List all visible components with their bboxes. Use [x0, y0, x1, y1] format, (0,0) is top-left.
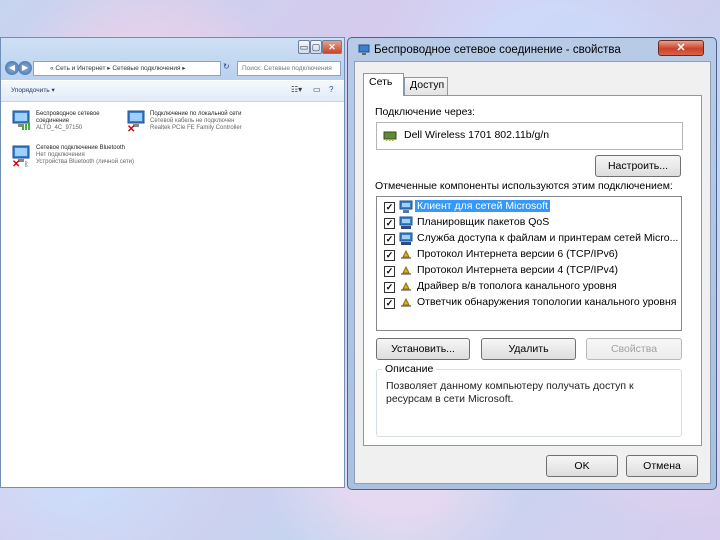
components-list[interactable]: ✓ Клиент для сетей Microsoft ✓ Планировщ… — [376, 196, 682, 331]
connection-status: Realtek PCIe FE Family Controller — [150, 125, 242, 131]
maximize-button[interactable]: ▢ — [310, 40, 322, 54]
list-item[interactable]: ✓ Протокол Интернета версии 4 (TCP/IPv4) — [377, 263, 681, 279]
connection-status: ALTO_4C_97150 — [36, 125, 83, 131]
component-checkbox[interactable]: ✓ — [384, 282, 395, 293]
svg-text:✕: ✕ — [127, 124, 135, 132]
svg-text:ᛒ: ᛒ — [24, 160, 29, 167]
adapter-card-icon — [383, 131, 397, 141]
address-bar[interactable]: « Сеть и Интернет ▸ Сетевые подключения … — [33, 61, 221, 76]
network-adapter-icon — [358, 44, 370, 55]
component-label: Служба доступа к файлам и принтерам сете… — [417, 232, 679, 244]
dialog-title: Беспроводное сетевое соединение - свойст… — [374, 44, 621, 56]
tab-network[interactable]: Сеть — [363, 73, 404, 96]
list-item[interactable]: ✓ Клиент для сетей Microsoft — [377, 199, 681, 215]
lan-network-icon: ✕ — [127, 110, 145, 132]
list-item[interactable]: ✓ Ответчик обнаружения топологии канальн… — [377, 295, 681, 311]
help-icon[interactable]: ? — [329, 85, 333, 94]
command-bar: Упорядочить ▾ ☷▾ ▭ ? — [1, 81, 344, 102]
cancel-button[interactable]: Отмена — [626, 455, 698, 477]
list-item[interactable]: ✓ Протокол Интернета версии 6 (TCP/IPv6) — [377, 247, 681, 263]
client-network-icon — [399, 200, 413, 213]
connection-name: Беспроводное сетевое — [36, 111, 100, 117]
bluetooth-network-icon: ✕ ᛒ — [12, 145, 30, 167]
component-checkbox[interactable]: ✓ — [384, 234, 395, 245]
components-label: Отмеченные компоненты используются этим … — [375, 180, 673, 192]
component-checkbox[interactable]: ✓ — [384, 266, 395, 277]
component-checkbox[interactable]: ✓ — [384, 218, 395, 229]
properties-button[interactable]: Свойства — [586, 338, 682, 360]
component-label: Ответчик обнаружения топологии канальног… — [417, 296, 677, 308]
protocol-icon — [401, 281, 411, 291]
component-checkbox[interactable]: ✓ — [384, 202, 395, 213]
connection-name: Подключение по локальной сети — [150, 111, 242, 117]
list-item[interactable]: ✓ Служба доступа к файлам и принтерам се… — [377, 231, 681, 247]
organize-menu[interactable]: Упорядочить ▾ — [11, 86, 55, 94]
connection-name-2: Нет подключения — [36, 152, 85, 158]
protocol-icon — [401, 297, 411, 307]
list-item[interactable]: ✓ Драйвер в/в тополога канального уровня — [377, 279, 681, 295]
adapter-name: Dell Wireless 1701 802.11b/g/n — [404, 129, 550, 141]
back-icon[interactable]: ◀ — [5, 61, 19, 75]
minimize-button[interactable]: ▭ — [298, 40, 310, 54]
install-button[interactable]: Установить... — [376, 338, 470, 360]
ok-button[interactable]: OK — [546, 455, 618, 477]
list-item[interactable]: ✓ Планировщик пакетов QoS — [377, 215, 681, 231]
wireless-network-icon — [12, 110, 30, 130]
pane-icon[interactable]: ▭ — [313, 85, 321, 94]
uninstall-button[interactable]: Удалить — [481, 338, 576, 360]
explorer-close-button[interactable]: ✕ — [322, 40, 342, 54]
component-label: Протокол Интернета версии 4 (TCP/IPv4) — [417, 264, 619, 276]
search-input[interactable]: Поиск: Сетевые подключения — [237, 61, 341, 76]
tab-sharing[interactable]: Доступ — [404, 77, 448, 95]
connection-lan[interactable]: Подключение по локальной сети Сетевой ка… — [150, 111, 242, 132]
connection-wireless[interactable]: Беспроводное сетевое соединение ALTO_4C_… — [36, 111, 100, 132]
protocol-icon — [401, 265, 411, 275]
component-label: Клиент для сетей Microsoft — [415, 200, 550, 212]
svg-text:✕: ✕ — [12, 159, 20, 167]
description-text: Позволяет данному компьютеру получать до… — [386, 380, 634, 405]
view-options-icon[interactable]: ☷▾ — [291, 85, 302, 94]
connection-name-2: соединение — [36, 118, 70, 124]
connect-using-label: Подключение через: — [375, 106, 475, 118]
explorer-window: ▭ ▢ ✕ ◀ ▶ « Сеть и Интернет ▸ Сетевые по… — [0, 37, 345, 488]
protocol-icon — [401, 249, 411, 259]
component-label: Драйвер в/в тополога канального уровня — [417, 280, 617, 292]
description-legend: Описание — [382, 363, 437, 375]
search-placeholder: Поиск: Сетевые подключения — [242, 65, 332, 72]
component-label: Протокол Интернета версии 6 (TCP/IPv6) — [417, 248, 619, 260]
connection-bluetooth[interactable]: Сетевое подключение Bluetooth Нет подклю… — [36, 145, 134, 166]
address-text: « Сеть и Интернет ▸ Сетевые подключения … — [50, 65, 186, 72]
component-label: Планировщик пакетов QoS — [417, 216, 550, 228]
connection-status: Устройства Bluetooth (личной сети) — [36, 159, 134, 165]
component-checkbox[interactable]: ✓ — [384, 250, 395, 261]
adapter-field: Dell Wireless 1701 802.11b/g/n — [376, 122, 683, 150]
file-printer-sharing-icon — [399, 232, 413, 245]
forward-icon[interactable]: ▶ — [18, 61, 32, 75]
refresh-icon[interactable]: ↻ — [223, 62, 230, 71]
configure-button[interactable]: Настроить... — [595, 155, 681, 177]
connection-name: Сетевое подключение Bluetooth — [36, 145, 125, 151]
component-checkbox[interactable]: ✓ — [384, 298, 395, 309]
connection-name-2: Сетевой кабель не подключен — [150, 118, 235, 124]
qos-scheduler-icon — [399, 216, 413, 229]
dialog-close-button[interactable]: ✕ — [658, 40, 704, 56]
